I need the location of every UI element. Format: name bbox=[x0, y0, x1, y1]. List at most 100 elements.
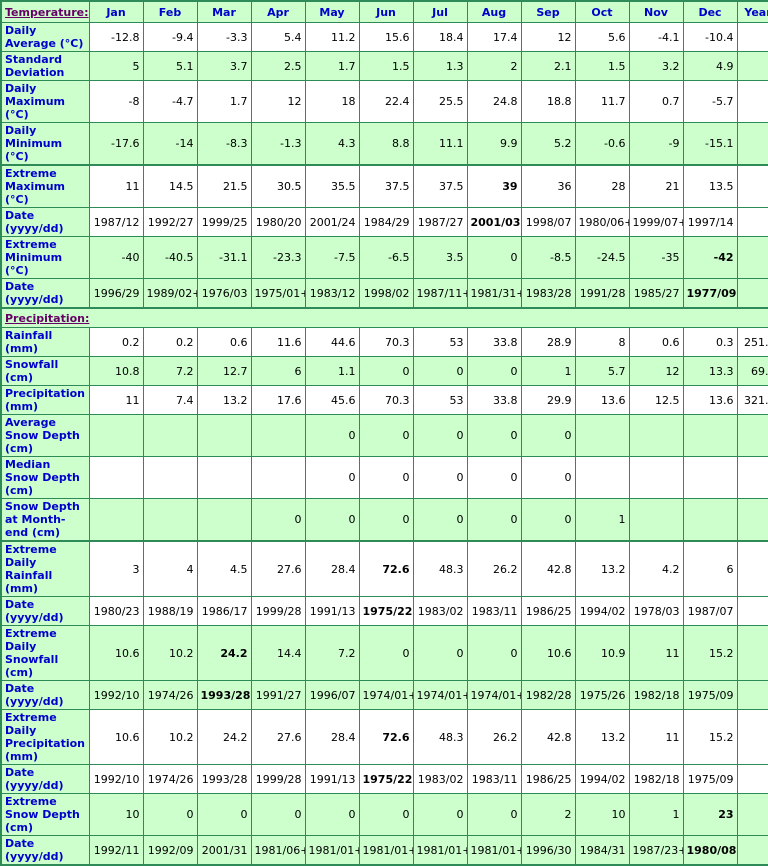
cell-jun: 0 bbox=[358, 625, 414, 681]
column-header-mar: Mar bbox=[196, 0, 252, 23]
cell-oct: 5.6 bbox=[574, 22, 630, 52]
table-row: Date (yyyy/dd) 1980/23 1988/19 1986/17 1999/… bbox=[0, 596, 768, 626]
cell-apr: 11.6 bbox=[250, 327, 306, 357]
cell-apr bbox=[250, 456, 306, 499]
cell-nov: 12 bbox=[628, 356, 684, 386]
cell-jul: 18.4 bbox=[412, 22, 468, 52]
cell-may: 18 bbox=[304, 80, 360, 123]
cell-nov: 1982/18 bbox=[628, 680, 684, 710]
cell-jun: -6.5 bbox=[358, 236, 414, 279]
cell-jan: -8 bbox=[88, 80, 144, 123]
cell-mar bbox=[196, 414, 252, 457]
cell-dec: 1987/07 bbox=[682, 596, 738, 626]
table-row: Date (yyyy/dd) 1987/12 1992/27 1999/25 1980/… bbox=[0, 207, 768, 237]
cell-sep: 1 bbox=[520, 356, 576, 386]
cell-apr: 0 bbox=[250, 793, 306, 836]
cell-jan bbox=[88, 456, 144, 499]
cell-jun: 0 bbox=[358, 498, 414, 542]
cell-jan: 1992/11 bbox=[88, 835, 144, 866]
row-label: Snow Depth at Month-end (cm) bbox=[0, 498, 90, 542]
cell-aug: 2001/03 bbox=[466, 207, 522, 237]
cell-may: 1.7 bbox=[304, 51, 360, 81]
cell-nov: 1999/07+ bbox=[628, 207, 684, 237]
cell-jun: 1974/01+ bbox=[358, 680, 414, 710]
cell-sep: 42.8 bbox=[520, 540, 576, 597]
cell-oct: 10 bbox=[574, 793, 630, 836]
cell-dec bbox=[682, 414, 738, 457]
cell-jun: 1.5 bbox=[358, 51, 414, 81]
cell-year bbox=[736, 680, 768, 710]
cell-jun: 8.8 bbox=[358, 122, 414, 166]
cell-jul: 48.3 bbox=[412, 709, 468, 765]
cell-mar: -8.3 bbox=[196, 122, 252, 166]
cell-oct: 5.7 bbox=[574, 356, 630, 386]
cell-apr: 6 bbox=[250, 356, 306, 386]
cell-aug: 0 bbox=[466, 793, 522, 836]
cell-oct: 1980/06+ bbox=[574, 207, 630, 237]
column-header-may: May bbox=[304, 0, 360, 23]
cell-year bbox=[736, 764, 768, 794]
section-divider-precipitation: Precipitation: bbox=[0, 307, 768, 328]
column-header-jul: Jul bbox=[412, 0, 468, 23]
row-label: Extreme Daily Rainfall (mm) bbox=[0, 540, 90, 597]
cell-nov: 1978/03 bbox=[628, 596, 684, 626]
cell-sep: 10.6 bbox=[520, 625, 576, 681]
cell-may: 1996/07 bbox=[304, 680, 360, 710]
cell-may: 35.5 bbox=[304, 164, 360, 208]
cell-jan: 10.6 bbox=[88, 709, 144, 765]
cell-oct: 11.7 bbox=[574, 80, 630, 123]
cell-sep: 28.9 bbox=[520, 327, 576, 357]
cell-feb: 7.4 bbox=[142, 385, 198, 415]
cell-feb: 0 bbox=[142, 793, 198, 836]
column-header-dec: Dec bbox=[682, 0, 738, 23]
cell-feb: 10.2 bbox=[142, 625, 198, 681]
column-header-oct: Oct bbox=[574, 0, 630, 23]
row-label: Date (yyyy/dd) bbox=[0, 596, 90, 626]
cell-sep: 2 bbox=[520, 793, 576, 836]
cell-jul: 1987/27 bbox=[412, 207, 468, 237]
cell-mar: 24.2 bbox=[196, 709, 252, 765]
table-row: Date (yyyy/dd) 1996/29 1989/02+ 1976/03 1975… bbox=[0, 278, 768, 309]
cell-aug: 24.8 bbox=[466, 80, 522, 123]
cell-mar: 4.5 bbox=[196, 540, 252, 597]
cell-feb bbox=[142, 414, 198, 457]
cell-may: 1983/12 bbox=[304, 278, 360, 309]
table-row: Extreme Daily Rainfall (mm) 3 4 4.5 27.6 28.4… bbox=[0, 540, 768, 597]
cell-feb: -40.5 bbox=[142, 236, 198, 279]
cell-jun: 72.6 bbox=[358, 540, 414, 597]
cell-year bbox=[736, 596, 768, 626]
cell-jul: 1983/02 bbox=[412, 764, 468, 794]
cell-jun: 70.3 bbox=[358, 327, 414, 357]
section-title-precipitation: Precipitation: bbox=[0, 307, 768, 328]
cell-aug: 1981/01+ bbox=[466, 835, 522, 866]
cell-dec: 1975/09 bbox=[682, 680, 738, 710]
cell-year bbox=[736, 414, 768, 457]
cell-jul: 37.5 bbox=[412, 164, 468, 208]
cell-apr: 1975/01+ bbox=[250, 278, 306, 309]
cell-jun: 72.6 bbox=[358, 709, 414, 765]
cell-may: 0 bbox=[304, 793, 360, 836]
table-row: Extreme Minimum (°C) -40 -40.5 -31.1 -23.3 -7… bbox=[0, 236, 768, 279]
table-row: Average Snow Depth (cm)00000C bbox=[0, 414, 768, 457]
cell-jun: 70.3 bbox=[358, 385, 414, 415]
column-header-jan: Jan bbox=[88, 0, 144, 23]
cell-apr: 1981/06+ bbox=[250, 835, 306, 866]
cell-sep: 0 bbox=[520, 456, 576, 499]
cell-nov: 1 bbox=[628, 793, 684, 836]
cell-year bbox=[736, 22, 768, 52]
column-header-jun: Jun bbox=[358, 0, 414, 23]
cell-jul: 0 bbox=[412, 498, 468, 542]
cell-sep: 1998/07 bbox=[520, 207, 576, 237]
cell-jun: 37.5 bbox=[358, 164, 414, 208]
cell-dec bbox=[682, 498, 738, 542]
cell-oct: 1.5 bbox=[574, 51, 630, 81]
section-title-temperature: Temperature: bbox=[0, 0, 90, 23]
cell-sep: 2.1 bbox=[520, 51, 576, 81]
cell-dec: 15.2 bbox=[682, 625, 738, 681]
cell-sep: 36 bbox=[520, 164, 576, 208]
cell-sep: 0 bbox=[520, 414, 576, 457]
cell-may: 0 bbox=[304, 456, 360, 499]
cell-dec: -42 bbox=[682, 236, 738, 279]
cell-apr: 14.4 bbox=[250, 625, 306, 681]
cell-oct: 1991/28 bbox=[574, 278, 630, 309]
